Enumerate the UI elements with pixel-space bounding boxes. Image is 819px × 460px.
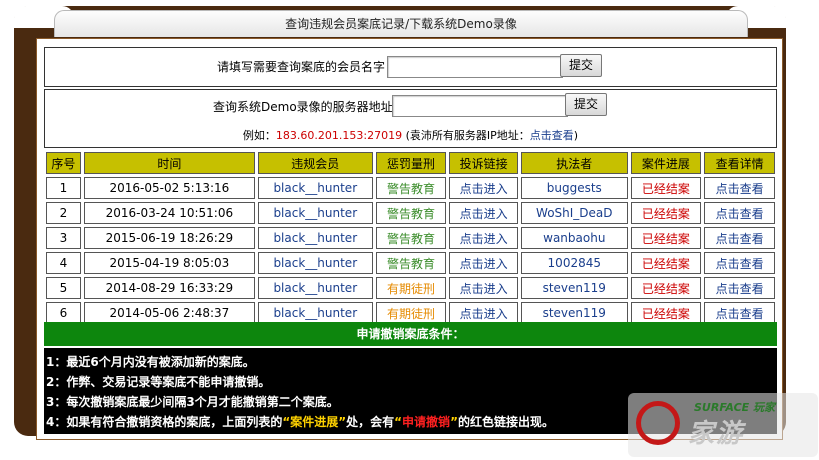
cell-penalty: 警告教育	[375, 252, 447, 274]
table-row: 4 2015-04-19 8:05:03 black__hunter 警告教育 …	[46, 252, 775, 274]
watermark-text-main: 家游	[688, 419, 745, 449]
header-penalty: 惩罚量刑	[375, 152, 447, 174]
header-enforcer: 执法者	[521, 152, 628, 174]
table-row: 5 2014-08-29 16:33:29 black__hunter 有期徒刑…	[46, 277, 775, 299]
cell-progress: 已经结案	[630, 277, 702, 299]
header-no: 序号	[46, 152, 81, 174]
enforcer-link[interactable]: steven119	[521, 302, 628, 324]
condition-item: 3：每次撤销案底最少间隔3个月才能撤销第二个案底。	[46, 395, 339, 409]
cell-penalty: 警告教育	[375, 202, 447, 224]
member-link[interactable]: black__hunter	[257, 177, 373, 199]
detail-link[interactable]: 点击查看	[704, 227, 775, 249]
condition-4-quote-close: ”	[450, 415, 458, 429]
conditions-title: 申请撤销案底条件：	[44, 322, 777, 346]
header-member: 违规会员	[257, 152, 373, 174]
cell-no: 2	[46, 202, 81, 224]
window-frame: 查询违规会员案底记录/下载系统Demo录像 请填写需要查询案底的会员名字 提交 …	[14, 6, 786, 440]
condition-item: 2：作弊、交易记录等案底不能申请撤销。	[46, 375, 271, 389]
member-link[interactable]: black__hunter	[257, 277, 373, 299]
cell-penalty: 有期徒刑	[375, 302, 447, 324]
cell-progress: 已经结案	[630, 227, 702, 249]
complaint-link[interactable]: 点击进入	[449, 302, 518, 324]
enforcer-link[interactable]: buggests	[521, 177, 628, 199]
detail-link[interactable]: 点击查看	[704, 277, 775, 299]
apply-revoke-text: 申请撤销	[402, 415, 451, 429]
condition-4-middle: 处，会有	[346, 415, 395, 429]
table-row: 6 2014-05-06 2:48:37 black__hunter 有期徒刑 …	[46, 302, 775, 324]
site-watermark: SURFACE 玩家 家游	[628, 393, 818, 457]
complaint-link[interactable]: 点击进入	[449, 227, 518, 249]
complaint-link[interactable]: 点击进入	[449, 277, 518, 299]
enforcer-link[interactable]: steven119	[521, 277, 628, 299]
complaint-link[interactable]: 点击进入	[449, 177, 518, 199]
member-query-label: 请填写需要查询案底的会员名字	[217, 60, 386, 74]
cell-no: 3	[46, 227, 81, 249]
example-ip: 183.60.201.153:27019	[275, 129, 403, 142]
member-submit-button[interactable]: 提交	[560, 54, 602, 77]
detail-link[interactable]: 点击查看	[704, 177, 775, 199]
table-row: 2 2016-03-24 10:51:06 black__hunter 警告教育…	[46, 202, 775, 224]
header-detail: 查看详情	[704, 152, 775, 174]
cell-no: 1	[46, 177, 81, 199]
condition-4-quote-open: “	[394, 415, 403, 429]
cell-penalty: 警告教育	[375, 227, 447, 249]
condition-4-prefix: 4：如果有符合撤销资格的案底，上面列表的	[46, 415, 283, 429]
content-panel: 请填写需要查询案底的会员名字 提交 查询系统Demo录像的服务器地址 提交 例如…	[36, 38, 783, 440]
member-query-section: 请填写需要查询案底的会员名字 提交	[44, 47, 777, 87]
enforcer-link[interactable]: WoShI_DeaD	[521, 202, 628, 224]
cell-time: 2015-04-19 8:05:03	[83, 252, 255, 274]
table-row: 3 2015-06-19 18:26:29 black__hunter 警告教育…	[46, 227, 775, 249]
server-address-input[interactable]	[392, 95, 568, 117]
window-title: 查询违规会员案底记录/下载系统Demo录像	[54, 10, 748, 37]
member-link[interactable]: black__hunter	[257, 252, 373, 274]
table-row: 1 2016-05-02 5:13:16 black__hunter 警告教育 …	[46, 177, 775, 199]
complaint-link[interactable]: 点击进入	[449, 252, 518, 274]
violation-records-table: 序号 时间 违规会员 惩罚量刑 投诉链接 执法者 案件进展 查看详情 1 201…	[43, 149, 778, 327]
member-link[interactable]: black__hunter	[257, 302, 373, 324]
cell-time: 2014-05-06 2:48:37	[83, 302, 255, 324]
cell-progress: 已经结案	[630, 252, 702, 274]
header-complaint: 投诉链接	[449, 152, 518, 174]
cell-time: 2015-06-19 18:26:29	[83, 227, 255, 249]
demo-query-section: 查询系统Demo录像的服务器地址 提交 例如：183.60.201.153:27…	[44, 89, 777, 148]
table-header-row: 序号 时间 违规会员 惩罚量刑 投诉链接 执法者 案件进展 查看详情	[46, 152, 775, 174]
cell-no: 4	[46, 252, 81, 274]
enforcer-link[interactable]: wanbaohu	[521, 227, 628, 249]
cell-time: 2016-03-24 10:51:06	[83, 202, 255, 224]
condition-item: 1：最近6个月内没有被添加新的案底。	[46, 355, 255, 369]
condition-4-suffix: 的红色链接出现。	[457, 415, 554, 429]
header-time: 时间	[83, 152, 255, 174]
cell-time: 2016-05-02 5:13:16	[83, 177, 255, 199]
server-list-link[interactable]: 点击查看	[530, 129, 574, 142]
example-middle: (袁沛所有服务器IP地址：	[402, 129, 530, 142]
complaint-link[interactable]: 点击进入	[449, 202, 518, 224]
example-line: 例如：183.60.201.153:27019 (袁沛所有服务器IP地址：点击查…	[45, 127, 776, 143]
cell-progress: 已经结案	[630, 302, 702, 324]
cell-penalty: 警告教育	[375, 177, 447, 199]
watermark-logo-icon	[636, 401, 680, 445]
demo-submit-button[interactable]: 提交	[565, 93, 607, 116]
enforcer-link[interactable]: 1002845	[521, 252, 628, 274]
member-link[interactable]: black__hunter	[257, 227, 373, 249]
cell-progress: 已经结案	[630, 177, 702, 199]
detail-link[interactable]: 点击查看	[704, 252, 775, 274]
condition-item-4: 4：如果有符合撤销资格的案底，上面列表的“案件进展”处，会有“申请撤销”的红色链…	[46, 413, 554, 430]
demo-query-label: 查询系统Demo录像的服务器地址	[213, 100, 393, 114]
cell-no: 5	[46, 277, 81, 299]
member-link[interactable]: black__hunter	[257, 202, 373, 224]
header-progress: 案件进展	[630, 152, 702, 174]
example-suffix: )	[573, 129, 579, 142]
cell-penalty: 有期徒刑	[375, 277, 447, 299]
detail-link[interactable]: 点击查看	[704, 302, 775, 324]
condition-4-quote: “案件进展”	[282, 415, 347, 429]
member-name-input[interactable]	[387, 56, 563, 78]
cell-time: 2014-08-29 16:33:29	[83, 277, 255, 299]
cell-no: 6	[46, 302, 81, 324]
cell-progress: 已经结案	[630, 202, 702, 224]
detail-link[interactable]: 点击查看	[704, 202, 775, 224]
example-prefix: 例如：	[242, 129, 276, 142]
